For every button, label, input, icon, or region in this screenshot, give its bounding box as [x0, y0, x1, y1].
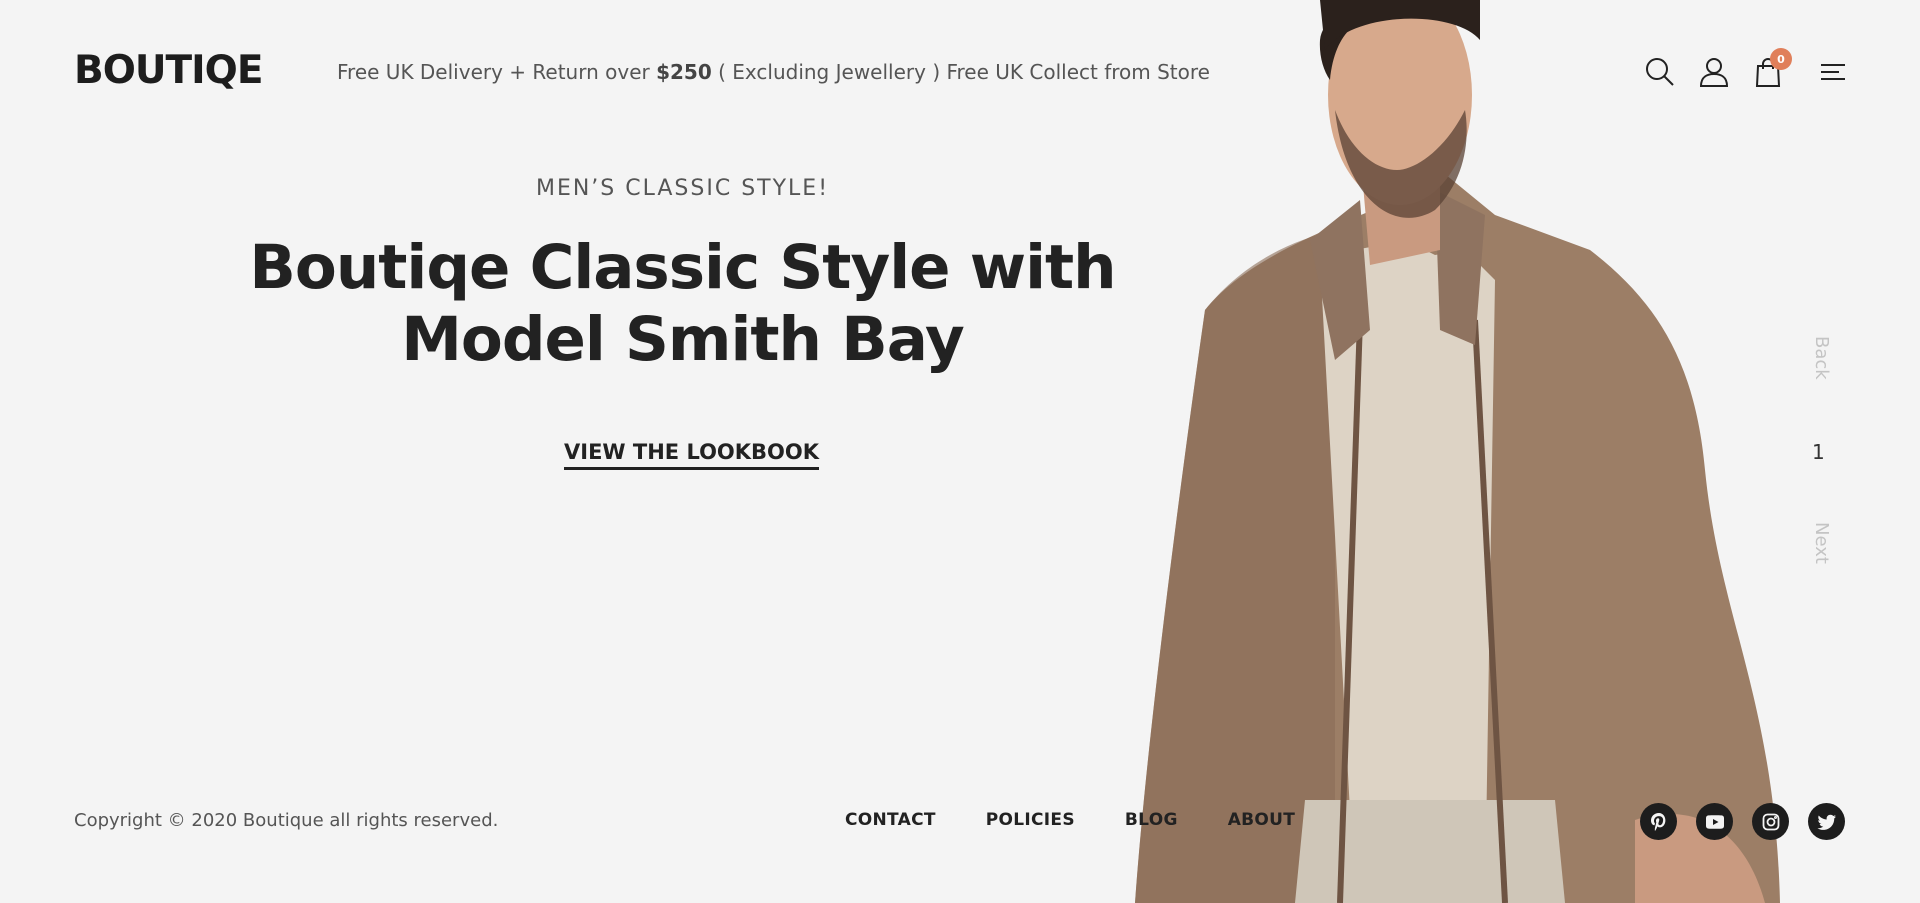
- twitter-button[interactable]: [1808, 803, 1845, 840]
- headline-line-2: Model Smith Bay: [401, 304, 965, 375]
- promo-banner: Free UK Delivery + Return over $250 ( Ex…: [337, 60, 1210, 84]
- instagram-button[interactable]: [1752, 803, 1789, 840]
- pinterest-icon: [1650, 812, 1665, 831]
- footer-link-blog[interactable]: BLOG: [1125, 810, 1178, 830]
- twitter-icon: [1817, 814, 1836, 830]
- menu-button[interactable]: [1813, 52, 1853, 92]
- copyright-text: Copyright © 2020 Boutique all rights res…: [74, 810, 499, 831]
- footer-link-policies[interactable]: POLICIES: [986, 810, 1075, 830]
- hero-headline: Boutiqe Classic Style with Model Smith B…: [200, 232, 1165, 376]
- slider-next-button[interactable]: Next: [1808, 522, 1832, 564]
- promo-amount: $250: [656, 60, 712, 84]
- hero-eyebrow: MEN’S CLASSIC STYLE!: [535, 176, 830, 201]
- instagram-icon: [1762, 813, 1779, 830]
- footer-nav: CONTACT POLICIES BLOG ABOUT: [845, 810, 1295, 830]
- slider-back-button[interactable]: Back: [1808, 336, 1832, 380]
- hamburger-menu-icon: [1821, 64, 1845, 80]
- slide-number: 1: [1812, 440, 1825, 464]
- view-lookbook-link[interactable]: VIEW THE LOOKBOOK: [564, 440, 820, 470]
- headline-line-1: Boutiqe Classic Style with: [249, 232, 1116, 303]
- footer-link-contact[interactable]: CONTACT: [845, 810, 936, 830]
- promo-text-before: Free UK Delivery + Return over: [337, 60, 657, 84]
- pinterest-button[interactable]: [1640, 803, 1677, 840]
- youtube-icon: [1705, 814, 1724, 829]
- hero-model-image: [1135, 0, 1780, 903]
- footer-link-about[interactable]: ABOUT: [1228, 810, 1295, 830]
- brand-logo[interactable]: BOUTIQE: [74, 48, 263, 93]
- youtube-button[interactable]: [1696, 803, 1733, 840]
